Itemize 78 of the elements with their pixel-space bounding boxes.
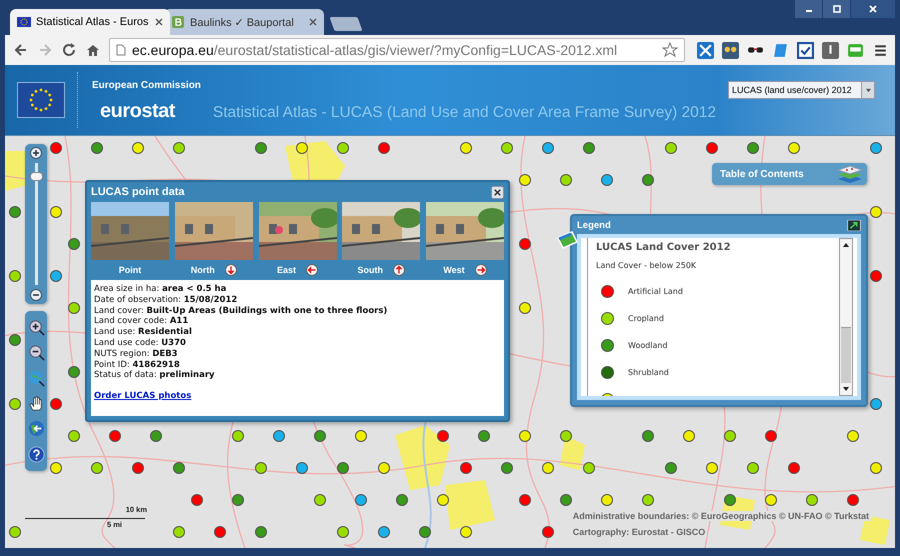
tab-title: Statistical Atlas - Euros [36, 16, 150, 28]
photo-label: East [276, 265, 296, 275]
slider-thumb[interactable] [30, 172, 42, 181]
legend-label: Artificial Land [628, 287, 683, 296]
hand-icon[interactable] [28, 395, 44, 412]
extension-icon[interactable] [772, 42, 789, 58]
photo-label: North [190, 265, 215, 275]
close-button[interactable] [851, 0, 895, 18]
robot-icon[interactable] [847, 42, 864, 58]
extension-icon[interactable] [822, 42, 839, 58]
photo-label: West [443, 265, 465, 275]
attribute-row-text: Area size in ha: area < 0.5 ha [94, 284, 228, 295]
attribution-text: Cartography: Eurostat - GISCO [570, 527, 708, 537]
urban-area [445, 480, 495, 530]
attribute-row-text: Land use: Residential [94, 327, 193, 338]
close-icon[interactable] [155, 18, 163, 26]
extension-icon[interactable] [697, 42, 714, 58]
letter-b-icon [171, 16, 185, 28]
address-bar[interactable]: ec.europa.eu/eurostat/statistical-atlas/gis/viewer/?myConfig=LUCAS-2012.xml [109, 38, 685, 62]
back-icon[interactable] [13, 42, 29, 58]
new-tab-button[interactable] [329, 17, 363, 31]
zoom-slider[interactable] [25, 144, 47, 304]
expand-icon[interactable] [847, 220, 861, 230]
legend-label: Shrubland [628, 368, 669, 377]
legend-title: Legend [577, 220, 611, 230]
close-icon [868, 4, 878, 14]
page-icon [116, 44, 126, 56]
compass-icon [306, 264, 318, 276]
eu-flag-icon [17, 82, 65, 118]
popup-title: LUCAS point data [91, 186, 184, 198]
legend-subheading: Land Cover - below 250K [596, 261, 698, 270]
theme-select[interactable]: LUCAS (land use/cover) 2012 [728, 81, 875, 99]
legend-label: Woodland [628, 341, 668, 350]
close-icon[interactable] [309, 18, 317, 26]
attribution-text: Administrative boundaries: © EuroGeographics © UN-FAO © Turkstat [570, 511, 871, 521]
order-photos-link[interactable]: Order LUCAS photos [94, 391, 192, 402]
maximize-button[interactable] [823, 0, 850, 18]
zoom-out-icon[interactable] [28, 344, 44, 362]
legend-label: Cropland [628, 314, 664, 323]
tab-title: Baulinks ✓ Bauportal [190, 16, 295, 28]
zoom-in-icon[interactable] [30, 147, 42, 159]
attribute-row-text: Land use code: U370 [94, 338, 187, 349]
close-icon[interactable] [491, 186, 504, 198]
page-title: Statistical Atlas - LUCAS (Land Use and Cover Area Frame Survey) 2012 [212, 104, 716, 122]
home-icon[interactable] [85, 42, 101, 58]
attribute-row-text: NUTS region: DEB3 [94, 348, 179, 360]
attribute-row-text: Point ID: 41862918 [94, 360, 181, 370]
attribute-row-text: Date of observation: 15/08/2012 [94, 294, 238, 306]
scroll-up-icon[interactable] [842, 241, 850, 249]
scrollbar[interactable] [839, 238, 853, 396]
star-icon[interactable] [662, 42, 678, 58]
attribute-row-text: Land cover: Built-Up Areas (Buildings with one to three floors) [94, 306, 388, 316]
photo-label: Point [118, 265, 142, 275]
browser-tab[interactable]: Statistical Atlas - Euros [10, 9, 170, 35]
legend-heading: LUCAS Land Cover 2012 [596, 242, 732, 253]
zoom-out-icon[interactable] [30, 289, 42, 301]
help-icon[interactable] [28, 446, 44, 463]
layers-icon [837, 165, 863, 183]
compass-icon [224, 264, 237, 276]
scroll-down-icon[interactable] [842, 385, 850, 393]
owl-icon[interactable] [722, 42, 739, 58]
photo-label: South [358, 265, 383, 275]
zoom-in-icon[interactable] [28, 319, 44, 336]
compass-icon [474, 264, 487, 276]
attribute-row-text: Status of data: preliminary [94, 370, 216, 382]
minimize-button[interactable] [795, 0, 822, 18]
globe-magnifier-icon[interactable] [28, 370, 44, 387]
reload-icon[interactable] [61, 42, 77, 58]
globe-back-icon[interactable] [28, 420, 44, 438]
eurostat-logo: eurostat [100, 100, 176, 120]
checkbox-icon[interactable] [797, 42, 814, 58]
maximize-icon [832, 4, 842, 14]
flag-icon [17, 16, 31, 28]
compass-icon [393, 264, 405, 276]
organisation-name: European Commission [92, 80, 201, 90]
attribute-row-text: Land cover code: A11 [94, 316, 190, 328]
urban-area [395, 425, 450, 490]
caret-icon [864, 88, 872, 92]
